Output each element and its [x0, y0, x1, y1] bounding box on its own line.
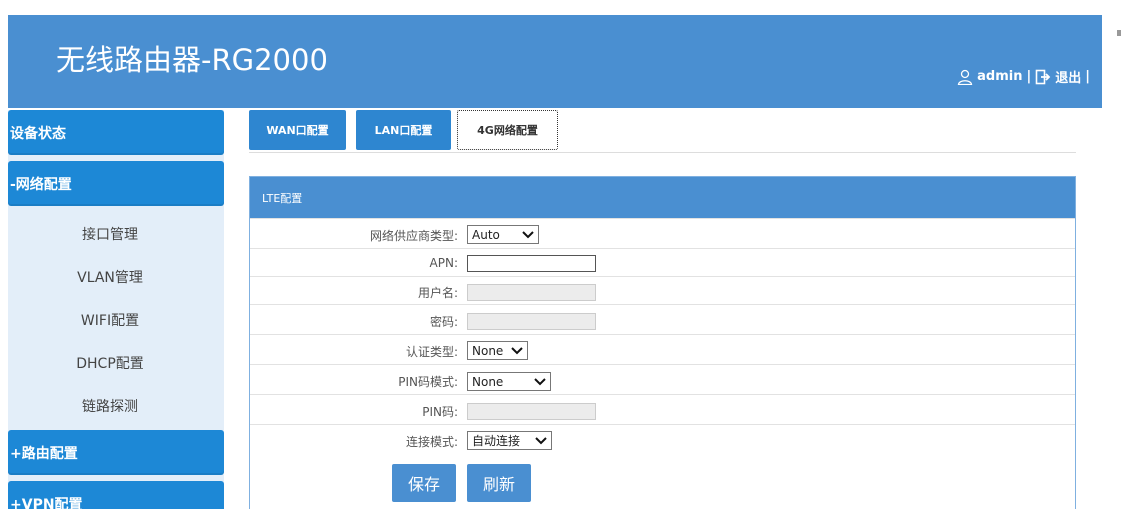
chevron-down-icon [535, 436, 547, 444]
sidebar-item-vlan[interactable]: VLAN管理 [8, 255, 224, 298]
sidebar-item-interface[interactable]: 接口管理 [8, 212, 224, 255]
chevron-down-icon [522, 230, 534, 238]
sidebar-item-link-probe[interactable]: 链路探测 [8, 384, 224, 427]
app-header: 无线路由器-RG2000 admin | 退出 | [8, 15, 1102, 108]
sidebar-item-wifi[interactable]: WIFI配置 [8, 298, 224, 341]
separator-end: | [1085, 69, 1090, 84]
provider-value: Auto [472, 227, 500, 242]
row-conn-mode: 连接模式: 自动连接 [250, 424, 1075, 460]
user-icon [957, 69, 973, 85]
row-provider: 网络供应商类型: Auto [250, 218, 1075, 248]
pin-input[interactable] [467, 403, 596, 420]
sidebar-item-route-config[interactable]: +路由配置 [8, 430, 224, 475]
auth-select[interactable]: None [467, 341, 528, 360]
apn-label: APN: [429, 256, 458, 270]
conn-mode-label: 连接模式: [405, 435, 458, 449]
tab-lan[interactable]: LAN口配置 [356, 110, 451, 150]
pin-label: PIN码: [422, 405, 458, 419]
row-auth: 认证类型: None [250, 334, 1075, 364]
refresh-button[interactable]: 刷新 [467, 464, 531, 502]
save-button[interactable]: 保存 [392, 464, 456, 502]
tab-wan[interactable]: WAN口配置 [249, 110, 346, 150]
sidebar: 设备状态 -网络配置 接口管理 VLAN管理 WIFI配置 DHCP配置 链路探… [8, 110, 224, 509]
logout-icon[interactable] [1035, 69, 1051, 85]
row-pin: PIN码: [250, 394, 1075, 424]
conn-mode-select[interactable]: 自动连接 [467, 431, 552, 450]
row-apn: APN: [250, 248, 1075, 276]
provider-label: 网络供应商类型: [369, 229, 458, 243]
sidebar-item-device-status[interactable]: 设备状态 [8, 110, 224, 155]
pin-mode-label: PIN码模式: [398, 375, 458, 389]
row-password: 密码: [250, 304, 1075, 334]
app-title: 无线路由器-RG2000 [56, 43, 328, 77]
chevron-down-icon [511, 346, 523, 354]
auth-value: None [472, 343, 504, 358]
username-input[interactable] [467, 284, 596, 301]
chevron-down-icon [534, 377, 546, 385]
auth-label: 认证类型: [405, 345, 458, 359]
sidebar-item-network-config[interactable]: -网络配置 [8, 161, 224, 206]
row-pin-mode: PIN码模式: None [250, 364, 1075, 394]
username-label: 用户名: [417, 286, 458, 300]
provider-select[interactable]: Auto [467, 225, 539, 244]
pin-mode-select[interactable]: None [467, 372, 551, 391]
password-input[interactable] [467, 313, 596, 330]
logout-link[interactable]: 退出 [1055, 67, 1081, 86]
edge-marker [1117, 30, 1121, 36]
user-bar: admin | 退出 | [957, 67, 1090, 86]
password-label: 密码: [429, 315, 458, 329]
sidebar-item-vpn-config[interactable]: +VPN配置 [8, 481, 224, 509]
tab-bar: WAN口配置 LAN口配置 4G网络配置 [249, 110, 1076, 153]
lte-panel: LTE配置 网络供应商类型: Auto APN: 用户名: 密码: 认证类型: … [249, 176, 1076, 509]
row-username: 用户名: [250, 276, 1075, 304]
apn-input[interactable] [467, 255, 596, 272]
panel-title: LTE配置 [250, 177, 1075, 218]
sidebar-item-dhcp[interactable]: DHCP配置 [8, 341, 224, 384]
separator: | [1026, 69, 1032, 84]
conn-mode-value: 自动连接 [472, 434, 521, 448]
pin-mode-value: None [472, 374, 504, 389]
tab-4g[interactable]: 4G网络配置 [457, 110, 558, 150]
username[interactable]: admin [977, 69, 1022, 84]
